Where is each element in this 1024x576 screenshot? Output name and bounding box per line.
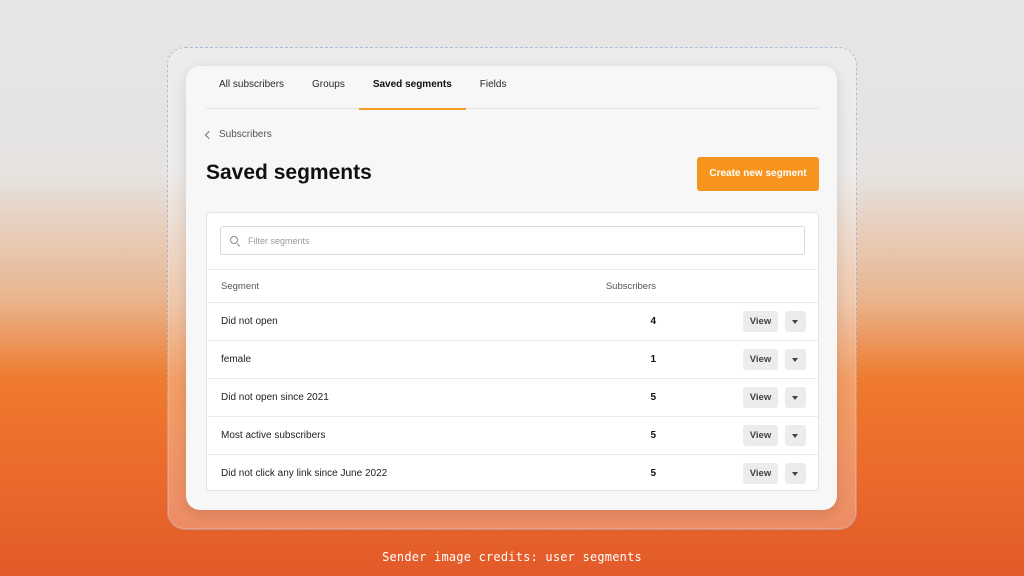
row-menu-button[interactable] — [785, 349, 806, 370]
app-window: All subscribers Groups Saved segments Fi… — [186, 66, 837, 510]
image-caption: Sender image credits: user segments — [382, 550, 642, 564]
view-button[interactable]: View — [743, 463, 778, 484]
tab-all-subscribers[interactable]: All subscribers — [206, 66, 298, 109]
segment-name[interactable]: Did not open since 2021 — [221, 392, 329, 403]
caret-down-icon — [792, 320, 798, 324]
caret-down-icon — [792, 396, 798, 400]
caret-down-icon — [792, 472, 798, 476]
page-title: Saved segments — [206, 161, 372, 184]
segment-name[interactable]: Most active subscribers — [221, 430, 325, 441]
breadcrumb[interactable]: Subscribers — [204, 129, 272, 140]
table-row: female 1 View — [207, 341, 818, 379]
tab-bar: All subscribers Groups Saved segments Fi… — [206, 66, 819, 110]
view-button[interactable]: View — [743, 349, 778, 370]
caret-down-icon — [792, 434, 798, 438]
tab-saved-segments[interactable]: Saved segments — [358, 66, 466, 110]
tab-fields[interactable]: Fields — [466, 66, 521, 109]
view-button[interactable]: View — [743, 425, 778, 446]
row-menu-button[interactable] — [785, 425, 806, 446]
row-menu-button[interactable] — [785, 387, 806, 408]
segment-name[interactable]: Did not click any link since June 2022 — [221, 468, 387, 479]
column-header-segment[interactable]: Segment — [221, 281, 259, 292]
segment-name[interactable]: Did not open — [221, 316, 278, 327]
subscriber-count: 1 — [650, 354, 656, 365]
view-button[interactable]: View — [743, 311, 778, 332]
tab-groups[interactable]: Groups — [298, 66, 359, 109]
caret-down-icon — [792, 358, 798, 362]
table-row: Did not open 4 View — [207, 303, 818, 341]
column-header-subscribers[interactable]: Subscribers — [606, 281, 656, 292]
chevron-left-icon — [204, 130, 214, 139]
search-icon — [230, 235, 240, 246]
table-header: Segment Subscribers — [207, 269, 818, 303]
table-row: Did not open since 2021 5 View — [207, 379, 818, 417]
filter-segments-input[interactable] — [248, 235, 788, 246]
segments-table-body: Did not open 4 View female 1 View Did no… — [207, 303, 818, 493]
table-row: Did not click any link since June 2022 5… — [207, 455, 818, 493]
table-row: Most active subscribers 5 View — [207, 417, 818, 455]
subscriber-count: 4 — [650, 316, 656, 327]
create-new-segment-button[interactable]: Create new segment — [697, 157, 819, 191]
search-box[interactable] — [220, 226, 805, 255]
segment-name[interactable]: female — [221, 354, 251, 365]
view-button[interactable]: View — [743, 387, 778, 408]
subscriber-count: 5 — [650, 430, 656, 441]
breadcrumb-label: Subscribers — [219, 129, 272, 140]
subscriber-count: 5 — [650, 392, 656, 403]
subscriber-count: 5 — [650, 468, 656, 479]
row-menu-button[interactable] — [785, 463, 806, 484]
row-menu-button[interactable] — [785, 311, 806, 332]
segments-panel: Segment Subscribers Did not open 4 View … — [206, 212, 819, 491]
